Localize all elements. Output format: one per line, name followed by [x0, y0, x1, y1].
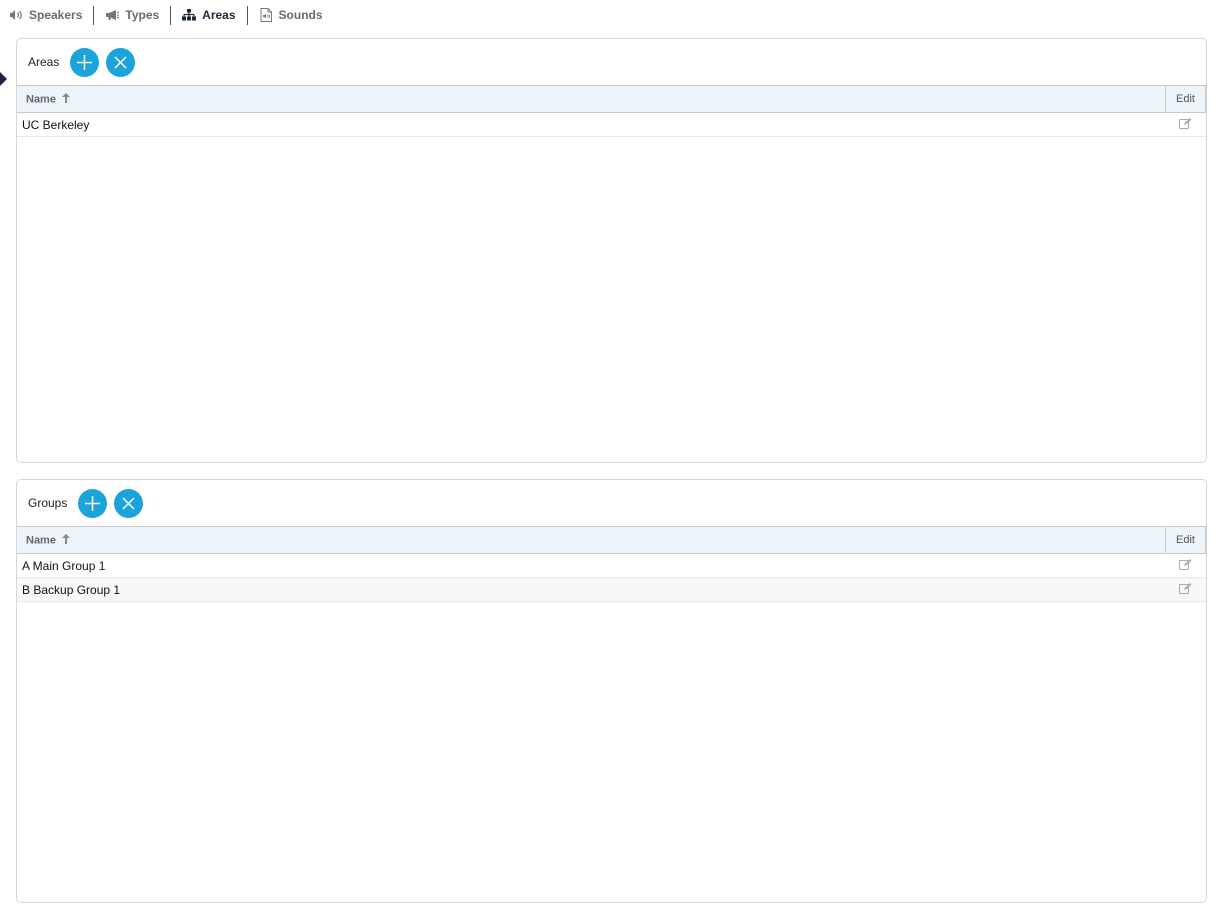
table-row[interactable]: A Main Group 1	[17, 553, 1206, 578]
sidebar-toggle-arrow[interactable]	[0, 72, 7, 86]
edit-column-header: Edit	[1165, 526, 1206, 554]
name-column-header[interactable]: Name	[17, 85, 1166, 113]
table-row[interactable]: B Backup Group 1	[17, 577, 1206, 602]
edit-column-header: Edit	[1165, 85, 1206, 113]
close-icon	[114, 55, 127, 69]
edit-icon[interactable]	[1179, 117, 1192, 132]
groups-table: Name Edit A Main Group 1 B Backup Group …	[17, 526, 1206, 602]
add-group-button[interactable]	[78, 488, 108, 518]
nav-label: Speakers	[29, 8, 83, 22]
areas-title: Areas	[28, 55, 60, 69]
edit-icon[interactable]	[1179, 558, 1192, 573]
name-column-header[interactable]: Name	[17, 526, 1166, 554]
nav-types[interactable]: Types	[104, 8, 170, 22]
sort-up-icon	[62, 533, 71, 547]
group-name: A Main Group 1	[17, 553, 1166, 578]
top-nav: Speakers Types Areas Sounds	[8, 5, 334, 25]
groups-header: Groups	[17, 480, 1206, 526]
plus-icon	[85, 495, 101, 511]
groups-title: Groups	[28, 496, 68, 510]
area-name: UC Berkeley	[17, 112, 1166, 137]
nav-label: Areas	[202, 8, 236, 22]
edit-icon[interactable]	[1179, 582, 1192, 597]
speaker-icon	[8, 8, 24, 22]
nav-label: Sounds	[278, 8, 323, 22]
nav-divider	[93, 5, 95, 25]
nav-areas[interactable]: Areas	[181, 8, 246, 22]
areas-header: Areas	[17, 39, 1206, 85]
groups-panel: Groups Name Edit A Main Group 1 B Backup…	[16, 479, 1207, 903]
sitemap-icon	[181, 8, 197, 22]
table-row[interactable]: UC Berkeley	[17, 112, 1206, 137]
column-label: Name	[26, 533, 56, 546]
nav-divider	[170, 5, 172, 25]
areas-panel: Areas Name Edit UC Berkeley	[16, 38, 1207, 463]
nav-speakers[interactable]: Speakers	[8, 8, 93, 22]
sort-up-icon	[62, 92, 71, 106]
close-icon	[122, 496, 135, 510]
nav-sounds[interactable]: Sounds	[258, 8, 334, 22]
add-area-button[interactable]	[70, 47, 100, 77]
megaphone-icon	[104, 8, 120, 22]
plus-icon	[77, 54, 93, 70]
sound-file-icon	[258, 8, 274, 22]
nav-label: Types	[125, 8, 160, 22]
areas-table: Name Edit UC Berkeley	[17, 85, 1206, 137]
remove-area-button[interactable]	[106, 47, 136, 77]
nav-divider	[246, 5, 248, 25]
group-name: B Backup Group 1	[17, 577, 1166, 602]
remove-group-button[interactable]	[114, 488, 144, 518]
column-label: Name	[26, 92, 56, 105]
